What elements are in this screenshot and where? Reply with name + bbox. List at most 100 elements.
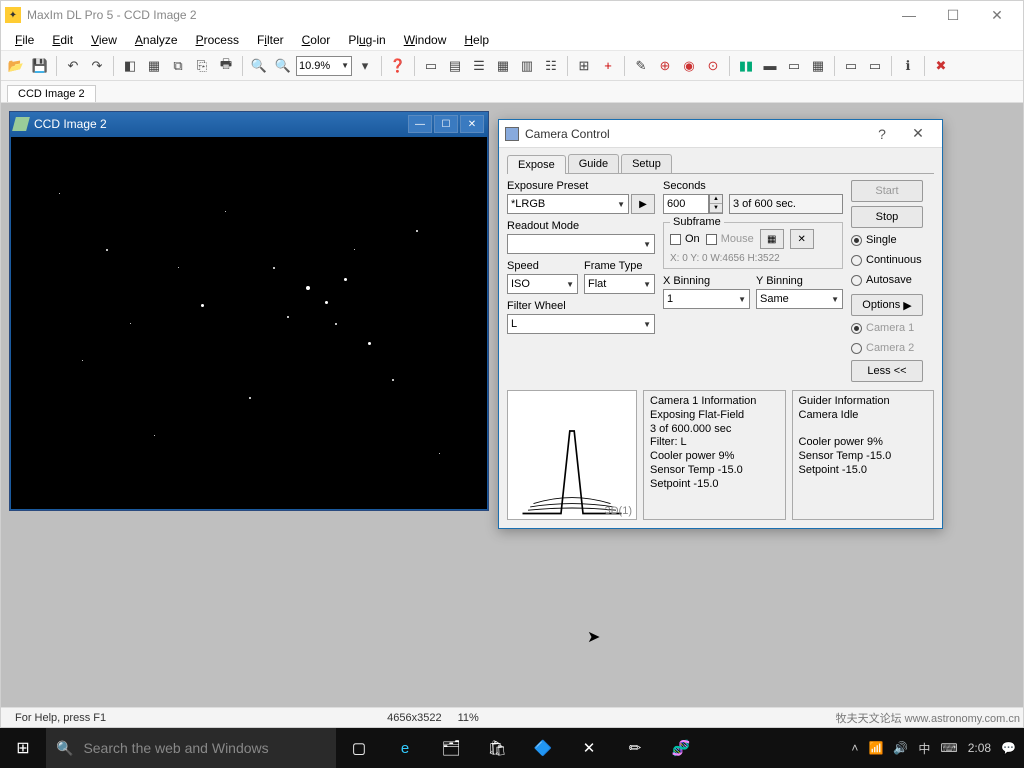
tray-volume-icon[interactable]: 🔊 (893, 741, 908, 755)
tool8-icon[interactable]: + (597, 55, 619, 77)
filter-wheel-select[interactable]: L▼ (507, 314, 655, 334)
app3-icon[interactable]: ✏ (612, 728, 658, 768)
child-maximize-button[interactable]: ☐ (434, 115, 458, 133)
seconds-input[interactable]: 600 (663, 194, 709, 214)
menu-filter[interactable]: Filter (249, 31, 292, 49)
tray-ime-icon[interactable]: ⌨ (940, 741, 957, 755)
app4-icon[interactable]: 🧬 (658, 728, 704, 768)
menu-file[interactable]: File (7, 31, 42, 49)
layers-icon[interactable]: ▭ (783, 55, 805, 77)
xbin-select[interactable]: 1▼ (663, 289, 750, 309)
continuous-radio[interactable]: Continuous (851, 254, 923, 266)
options-button[interactable]: Options ▶ (851, 294, 923, 316)
tray-network-icon[interactable]: 📶 (868, 741, 883, 755)
grid-icon[interactable]: ▦ (807, 55, 829, 77)
menu-window[interactable]: Window (396, 31, 455, 49)
info-icon[interactable]: ℹ (897, 55, 919, 77)
close-button[interactable]: ✕ (975, 1, 1019, 29)
zoomin-icon[interactable]: 🔍 (248, 55, 270, 77)
menu-color[interactable]: Color (294, 31, 339, 49)
tool3-icon[interactable]: ☰ (468, 55, 490, 77)
less-button[interactable]: Less << (851, 360, 923, 382)
tool-icon[interactable]: ▭ (420, 55, 442, 77)
histogram-icon[interactable]: ◧ (119, 55, 141, 77)
tray-lang-icon[interactable]: 中 (918, 740, 930, 757)
camera-help-button[interactable]: ? (864, 122, 900, 146)
exposure-preset-select[interactable]: *LRGB▼ (507, 194, 629, 214)
ybin-select[interactable]: Same▼ (756, 289, 843, 309)
menu-process[interactable]: Process (188, 31, 247, 49)
stretch-icon[interactable]: ▦ (143, 55, 165, 77)
child-minimize-button[interactable]: — (408, 115, 432, 133)
tray-clock[interactable]: 2:08 (968, 741, 991, 755)
win2-icon[interactable]: ▭ (864, 55, 886, 77)
single-radio[interactable]: Single (851, 234, 923, 246)
tab-guide[interactable]: Guide (568, 154, 619, 173)
menu-view[interactable]: View (83, 31, 125, 49)
zoom-combo[interactable]: 10.9%▼ (296, 56, 352, 76)
subframe-pick-button[interactable]: ▦ (760, 229, 784, 249)
menu-plugin[interactable]: Plug-in (340, 31, 393, 49)
tab-setup[interactable]: Setup (621, 154, 672, 173)
frame-type-select[interactable]: Flat▼ (584, 274, 655, 294)
app2-icon[interactable]: ✕ (566, 728, 612, 768)
subframe-on-checkbox[interactable]: On (670, 233, 700, 245)
print-icon[interactable]: 🖶 (215, 55, 237, 77)
main-window: ✦ MaxIm DL Pro 5 - CCD Image 2 — ☐ ✕ Fil… (0, 0, 1024, 728)
zoomout-icon[interactable]: 🔍 (272, 55, 294, 77)
start-button[interactable]: Start (851, 180, 923, 202)
filter-wheel-label: Filter Wheel (507, 300, 655, 312)
edge-icon[interactable]: e (382, 728, 428, 768)
stack-icon[interactable]: ▬ (759, 55, 781, 77)
target-icon[interactable]: ⊕ (654, 55, 676, 77)
profile-3d-panel[interactable]: 3D(1) (507, 390, 637, 520)
open-icon[interactable]: 📂 (5, 55, 27, 77)
tool6-icon[interactable]: ☷ (540, 55, 562, 77)
undo-icon[interactable]: ↶ (62, 55, 84, 77)
star-image[interactable] (11, 137, 487, 509)
start-button[interactable]: ⊞ (0, 728, 46, 768)
tool4-icon[interactable]: ▦ (492, 55, 514, 77)
win1-icon[interactable]: ▭ (840, 55, 862, 77)
redo-icon[interactable]: ↷ (86, 55, 108, 77)
tray-notifications-icon[interactable]: 💬 (1001, 741, 1016, 755)
camera-icon[interactable]: ⧉ (167, 55, 189, 77)
menu-edit[interactable]: Edit (44, 31, 81, 49)
misc-icon[interactable]: ✖ (930, 55, 952, 77)
system-tray[interactable]: ˄ 📶 🔊 中 ⌨ 2:08 💬 (843, 740, 1024, 757)
save-icon[interactable]: 💾 (29, 55, 51, 77)
tool5-icon[interactable]: ▥ (516, 55, 538, 77)
wand-icon[interactable]: ✎ (630, 55, 652, 77)
copy-icon[interactable]: ⎘ (191, 55, 213, 77)
app1-icon[interactable]: 🔷 (520, 728, 566, 768)
tab-expose[interactable]: Expose (507, 155, 566, 174)
stop-button[interactable]: Stop (851, 206, 923, 228)
scope-icon[interactable]: ⊙ (702, 55, 724, 77)
seconds-spinner[interactable]: ▲▼ (709, 194, 723, 214)
chart-icon[interactable]: ▮▮ (735, 55, 757, 77)
tray-up-icon[interactable]: ˄ (851, 741, 858, 755)
subframe-reset-button[interactable]: ✕ (790, 229, 814, 249)
menu-help[interactable]: Help (456, 31, 497, 49)
autosave-radio[interactable]: Autosave (851, 274, 923, 286)
child-titlebar[interactable]: CCD Image 2 — ☐ ✕ (10, 112, 488, 136)
help-icon[interactable]: ❓ (387, 55, 409, 77)
minimize-button[interactable]: — (887, 1, 931, 29)
taskbar-search[interactable]: 🔍 Search the web and Windows (46, 728, 336, 768)
camera-titlebar[interactable]: Camera Control ? ✕ (499, 120, 942, 148)
store-icon[interactable]: 🛍 (474, 728, 520, 768)
zoom-dropdown-icon[interactable]: ▾ (354, 55, 376, 77)
speed-select[interactable]: ISO▼ (507, 274, 578, 294)
doc-tab-ccd2[interactable]: CCD Image 2 (7, 85, 96, 102)
explorer-icon[interactable]: 🗂 (428, 728, 474, 768)
tool2-icon[interactable]: ▤ (444, 55, 466, 77)
preset-play-button[interactable]: ▶ (631, 194, 655, 214)
taskview-icon[interactable]: ▢ (336, 728, 382, 768)
maximize-button[interactable]: ☐ (931, 1, 975, 29)
menu-analyze[interactable]: Analyze (127, 31, 186, 49)
tool7-icon[interactable]: ⊞ (573, 55, 595, 77)
child-close-button[interactable]: ✕ (460, 115, 484, 133)
readout-select[interactable]: ▼ (507, 234, 655, 254)
aperture-icon[interactable]: ◉ (678, 55, 700, 77)
camera-close-button[interactable]: ✕ (900, 122, 936, 146)
